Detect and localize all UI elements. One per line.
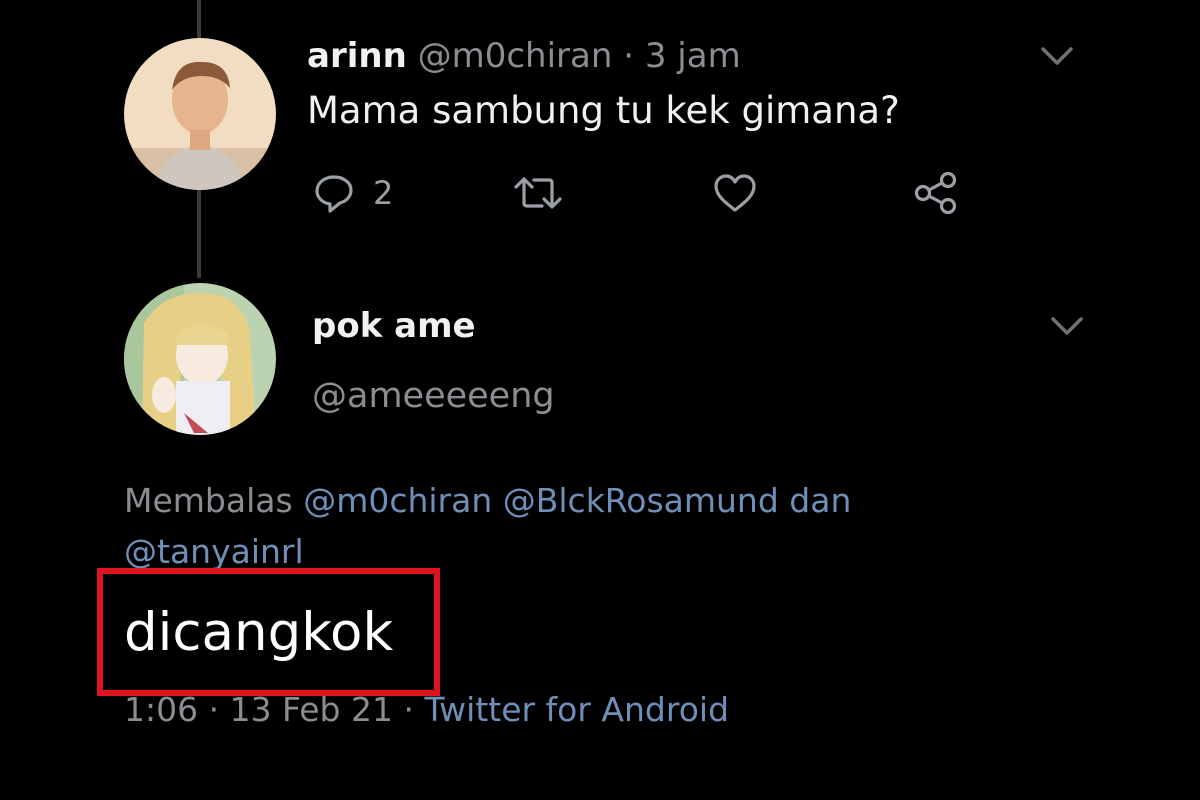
- retweet-button[interactable]: [510, 173, 566, 213]
- handle[interactable]: @ameeeeeng: [312, 376, 555, 416]
- timestamp[interactable]: 3 jam: [645, 36, 741, 76]
- avatar-photo: [124, 38, 276, 190]
- chevron-down-icon[interactable]: [1040, 46, 1074, 66]
- display-name[interactable]: arinn: [307, 36, 407, 76]
- display-name[interactable]: pok ame: [312, 306, 476, 346]
- reply-count: 2: [373, 174, 394, 212]
- highlight-box: [97, 568, 440, 696]
- reply-icon: [313, 172, 355, 214]
- separator: ·: [623, 36, 635, 76]
- chevron-down-icon[interactable]: [1050, 316, 1084, 336]
- like-icon: [712, 172, 758, 214]
- handle[interactable]: @m0chiran: [418, 36, 613, 76]
- like-button[interactable]: [712, 172, 758, 214]
- reply-button[interactable]: 2: [313, 172, 393, 214]
- tweet-text: Mama sambung tu kek gimana?: [307, 89, 900, 132]
- source-link[interactable]: Twitter for Android: [424, 690, 729, 729]
- avatar-anime-image: [124, 283, 276, 435]
- reply-context: Membalas @m0chiran @BlckRosamund dan @ta…: [124, 475, 1024, 577]
- reply-prefix: Membalas: [124, 481, 293, 520]
- reply-mentions[interactable]: @m0chiran @BlckRosamund: [303, 481, 779, 520]
- avatar[interactable]: [124, 38, 276, 190]
- share-button[interactable]: [913, 170, 959, 216]
- reply-mention-last[interactable]: @tanyainrl: [124, 532, 304, 571]
- tweet-header: arinn @m0chiran · 3 jam: [307, 36, 741, 76]
- retweet-icon: [510, 173, 566, 213]
- reply-conjunction: dan: [789, 481, 852, 520]
- avatar[interactable]: [124, 283, 276, 435]
- share-icon: [913, 170, 959, 216]
